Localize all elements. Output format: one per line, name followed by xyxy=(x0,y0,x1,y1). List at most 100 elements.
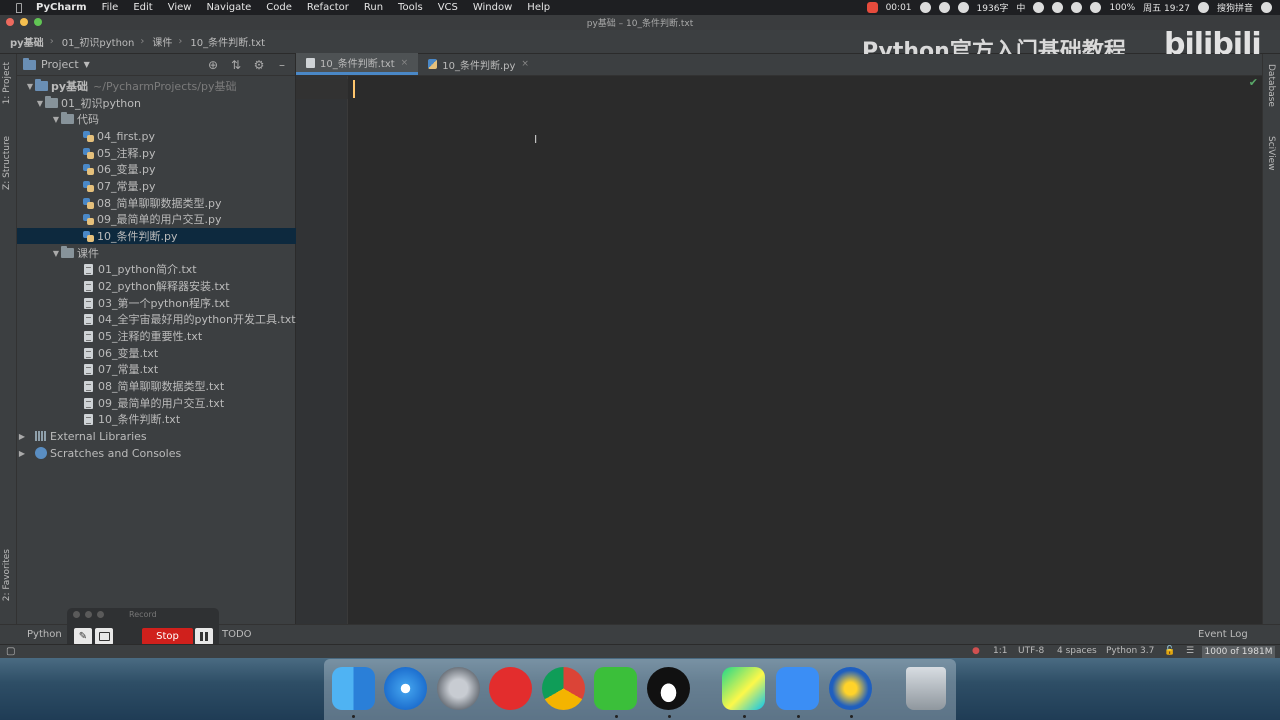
menu-tools[interactable]: Tools xyxy=(398,2,423,13)
tree-external-libraries[interactable]: ▶ External Libraries xyxy=(17,428,296,444)
tool-event-log[interactable]: Event Log xyxy=(1198,629,1248,640)
menu-pycharm[interactable]: PyCharm xyxy=(36,2,87,13)
gear-icon[interactable]: ⚙ xyxy=(252,58,266,72)
interpreter-selector[interactable]: Python 3.7 xyxy=(1106,646,1154,656)
apple-menu-icon[interactable]:  xyxy=(12,1,26,14)
breadcrumb-file[interactable]: 10_条件判断.txt xyxy=(190,34,265,49)
tool-python-console[interactable]: Python xyxy=(27,629,62,640)
volume-icon[interactable] xyxy=(1090,2,1102,13)
breadcrumb-project[interactable]: py基础 xyxy=(10,34,44,49)
wifi-icon[interactable] xyxy=(1071,2,1083,13)
inspection-ok-icon[interactable]: ✔ xyxy=(1249,76,1258,89)
chevron-down-icon[interactable]: ▼ xyxy=(35,99,45,108)
editor-area[interactable]: 10_条件判断.txt × 10_条件判断.py × I ✔ xyxy=(296,53,1262,644)
memory-indicator[interactable]: 1000 of 1981M xyxy=(1202,646,1275,658)
battery-app-icon[interactable] xyxy=(866,2,878,13)
menu-code[interactable]: Code xyxy=(266,2,292,13)
tree-folder[interactable]: ▼ 01_初识python xyxy=(17,95,296,111)
menu-file[interactable]: File xyxy=(102,2,119,13)
pycharm-icon[interactable] xyxy=(722,667,765,710)
tab-database[interactable]: Database xyxy=(1266,64,1276,107)
breadcrumb-folder[interactable]: 01_初识python xyxy=(62,34,135,49)
indent-setting[interactable]: 4 spaces xyxy=(1057,646,1097,656)
menu-help[interactable]: Help xyxy=(527,2,550,13)
battery-percent[interactable]: 100% xyxy=(1109,3,1135,13)
tool-todo[interactable]: TODO xyxy=(222,629,252,640)
tree-file[interactable]: 04_全宇宙最好用的python开发工具.txt xyxy=(17,311,296,327)
menu-navigate[interactable]: Navigate xyxy=(206,2,251,13)
chevron-down-icon[interactable]: ▼ xyxy=(84,60,90,69)
notification-center-icon[interactable] xyxy=(1261,2,1272,13)
line-gutter[interactable] xyxy=(296,76,348,644)
close-icon[interactable]: × xyxy=(401,58,409,68)
tree-file[interactable]: 03_第一个python程序.txt xyxy=(17,295,296,311)
chevron-down-icon[interactable]: ▼ xyxy=(51,249,61,258)
file-encoding[interactable]: UTF-8 xyxy=(1018,646,1044,656)
clock[interactable]: 周五 19:27 xyxy=(1143,1,1190,14)
menu-edit[interactable]: Edit xyxy=(133,2,152,13)
tab-favorites[interactable]: 2: Favorites xyxy=(2,549,12,601)
breadcrumb-subfolder[interactable]: 课件 xyxy=(152,34,172,49)
project-view-selector[interactable]: Project xyxy=(41,58,79,71)
chevron-down-icon[interactable]: ▼ xyxy=(25,82,35,91)
chevron-right-icon[interactable]: ▶ xyxy=(17,432,27,441)
caret-position[interactable]: 1:1 xyxy=(993,646,1007,656)
tree-file[interactable]: 10_条件判断.txt xyxy=(17,411,296,427)
ime-label[interactable]: 搜狗拼音 xyxy=(1217,1,1253,14)
qq-icon[interactable] xyxy=(647,667,690,710)
tree-root[interactable]: ▼ py基础 ~/PycharmProjects/py基础 xyxy=(17,78,296,94)
pause-record-button[interactable] xyxy=(195,628,213,645)
search-icon[interactable] xyxy=(1197,2,1209,13)
tree-file[interactable]: 06_变量.py xyxy=(17,161,296,177)
chrome-icon[interactable] xyxy=(542,667,585,710)
tree-folder[interactable]: ▼ 代码 xyxy=(17,111,296,127)
lightning-status-icon[interactable] xyxy=(938,2,950,13)
tree-file[interactable]: 05_注释的重要性.txt xyxy=(17,328,296,344)
close-icon[interactable]: × xyxy=(521,59,529,69)
menu-window[interactable]: Window xyxy=(473,2,512,13)
pen-tool-button[interactable]: ✎ xyxy=(74,628,92,645)
cpu-status-icon[interactable] xyxy=(1033,2,1045,13)
menu-refactor[interactable]: Refactor xyxy=(307,2,349,13)
hide-icon[interactable]: – xyxy=(275,58,289,72)
zoom-window-button[interactable] xyxy=(34,18,42,26)
toggle-tool-windows-icon[interactable]: ▢ xyxy=(6,646,15,657)
thunder-icon[interactable] xyxy=(829,667,872,710)
tree-file[interactable]: 09_最简单的用户交互.py xyxy=(17,211,296,227)
tree-scratches[interactable]: ▶ Scratches and Consoles xyxy=(17,445,296,461)
wechat-icon[interactable] xyxy=(594,667,637,710)
wechat-status-icon[interactable] xyxy=(919,2,931,13)
locate-icon[interactable]: ⊕ xyxy=(206,58,220,72)
tree-file[interactable]: 07_常量.txt xyxy=(17,361,296,377)
collapse-all-icon[interactable]: ⇅ xyxy=(229,58,243,72)
event-alert-icon[interactable]: ● xyxy=(972,646,980,656)
tree-folder[interactable]: ▼ 课件 xyxy=(17,245,296,261)
tree-file[interactable]: 01_python简介.txt xyxy=(17,261,296,277)
tree-file[interactable]: 05_注释.py xyxy=(17,145,296,161)
bluetooth-icon[interactable] xyxy=(1052,2,1064,13)
input-language[interactable]: 中 xyxy=(1016,1,1025,14)
lock-icon[interactable]: 🔓 xyxy=(1164,646,1175,656)
safari-icon[interactable] xyxy=(384,667,427,710)
stop-record-button[interactable]: Stop xyxy=(142,628,193,645)
tree-file[interactable]: 09_最简单的用户交互.txt xyxy=(17,395,296,411)
tab-project[interactable]: 1: Project xyxy=(2,62,12,104)
launchpad-icon[interactable] xyxy=(437,667,480,710)
close-window-button[interactable] xyxy=(6,18,14,26)
tree-file[interactable]: 02_python解释器安装.txt xyxy=(17,278,296,294)
menu-view[interactable]: View xyxy=(168,2,192,13)
tree-file[interactable]: 07_常量.py xyxy=(17,178,296,194)
tab-sciview[interactable]: SciView xyxy=(1266,136,1276,171)
note-icon[interactable] xyxy=(776,667,819,710)
menu-vcs[interactable]: VCS xyxy=(438,2,458,13)
trash-icon[interactable] xyxy=(906,667,946,710)
tab-py-file[interactable]: 10_条件判断.py × xyxy=(418,53,539,75)
tree-file[interactable]: 04_first.py xyxy=(17,128,296,144)
tree-file[interactable]: 08_简单聊聊数据类型.py xyxy=(17,195,296,211)
minimize-window-button[interactable] xyxy=(20,18,28,26)
menu-run[interactable]: Run xyxy=(364,2,383,13)
tree-file[interactable]: 08_简单聊聊数据类型.txt xyxy=(17,378,296,394)
clock-status-icon[interactable] xyxy=(957,2,969,13)
chevron-right-icon[interactable]: ▶ xyxy=(17,449,27,458)
inspector-icon[interactable]: ☰ xyxy=(1186,646,1194,656)
